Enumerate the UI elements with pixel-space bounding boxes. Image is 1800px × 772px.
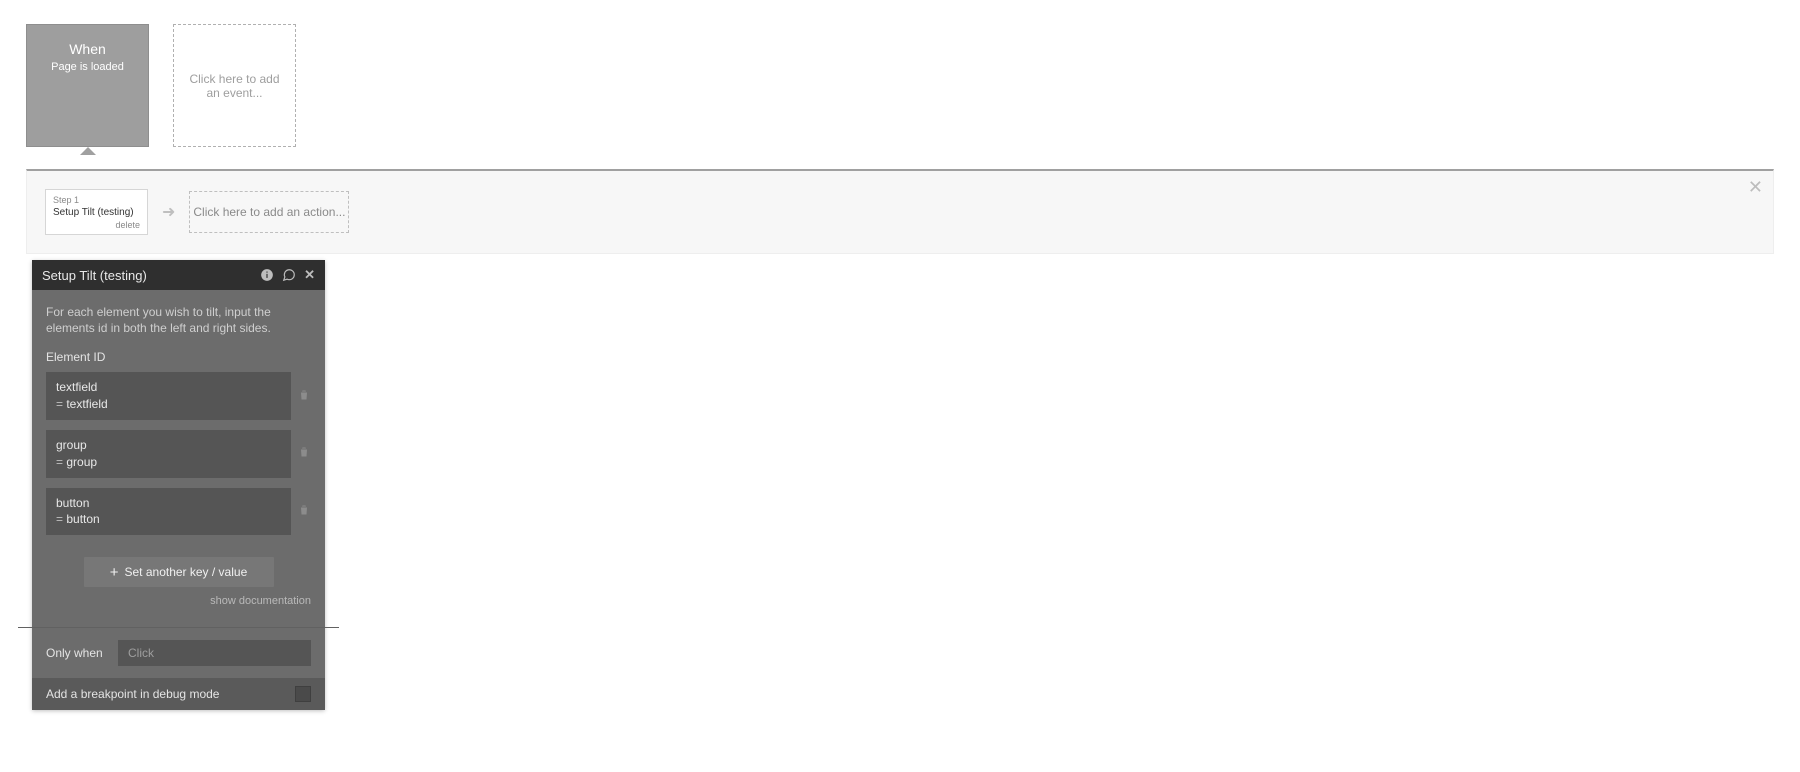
step-card[interactable]: Step 1 Setup Tilt (testing) delete — [45, 189, 148, 235]
kv-value: textfield — [56, 396, 281, 413]
kv-key: group — [56, 437, 281, 454]
kv-row: button button — [46, 488, 311, 536]
trash-icon[interactable] — [297, 503, 311, 520]
event-selected-arrow-icon — [80, 147, 96, 155]
step-title: Setup Tilt (testing) — [53, 207, 140, 218]
kv-row: group group — [46, 430, 311, 478]
add-action-placeholder[interactable]: Click here to add an action... — [189, 191, 349, 233]
breakpoint-label: Add a breakpoint in debug mode — [46, 687, 219, 701]
panel-description: For each element you wish to tilt, input… — [46, 304, 311, 336]
event-when-label: When — [69, 41, 106, 57]
kv-value: group — [56, 454, 281, 471]
kv-entry[interactable]: button button — [46, 488, 291, 536]
kv-row: textfield textfield — [46, 372, 311, 420]
action-strip: ✕ Step 1 Setup Tilt (testing) delete ➜ C… — [26, 169, 1774, 254]
only-when-row: Only when — [32, 628, 325, 678]
step-num-label: Step 1 — [53, 195, 140, 205]
event-card-page-loaded[interactable]: When Page is loaded — [26, 24, 149, 147]
event-row: When Page is loaded Click here to add an… — [0, 0, 1800, 147]
kv-value: button — [56, 511, 281, 528]
kv-entry[interactable]: group group — [46, 430, 291, 478]
panel-footer: Add a breakpoint in debug mode — [32, 678, 325, 710]
close-icon[interactable]: ✕ — [1748, 177, 1763, 198]
breakpoint-toggle[interactable] — [295, 686, 311, 702]
inspector-panel: Setup Tilt (testing) ✕ For each element … — [32, 260, 325, 710]
trash-icon[interactable] — [297, 445, 311, 462]
info-icon[interactable] — [260, 267, 274, 283]
add-event-label: Click here to add an event... — [188, 72, 281, 100]
add-kv-button[interactable]: + Set another key / value — [84, 557, 274, 587]
show-documentation-link[interactable]: show documentation — [46, 595, 311, 607]
arrow-right-icon: ➜ — [162, 202, 175, 222]
kv-list: textfield textfield group group button — [46, 372, 311, 535]
panel-header: Setup Tilt (testing) ✕ — [32, 260, 325, 290]
element-id-label: Element ID — [46, 350, 311, 364]
panel-title: Setup Tilt (testing) — [42, 268, 260, 283]
kv-entry[interactable]: textfield textfield — [46, 372, 291, 420]
event-text: Page is loaded — [51, 61, 124, 73]
only-when-label: Only when — [46, 646, 106, 660]
comment-icon[interactable] — [282, 267, 296, 283]
step-delete-link[interactable]: delete — [53, 220, 140, 230]
kv-key: textfield — [56, 379, 281, 396]
panel-close-icon[interactable]: ✕ — [304, 267, 315, 283]
only-when-input[interactable] — [118, 640, 311, 666]
trash-icon[interactable] — [297, 388, 311, 405]
add-kv-label: Set another key / value — [125, 565, 248, 579]
kv-key: button — [56, 495, 281, 512]
add-event-placeholder[interactable]: Click here to add an event... — [173, 24, 296, 147]
plus-icon: + — [110, 565, 119, 580]
add-action-label: Click here to add an action... — [193, 205, 345, 219]
